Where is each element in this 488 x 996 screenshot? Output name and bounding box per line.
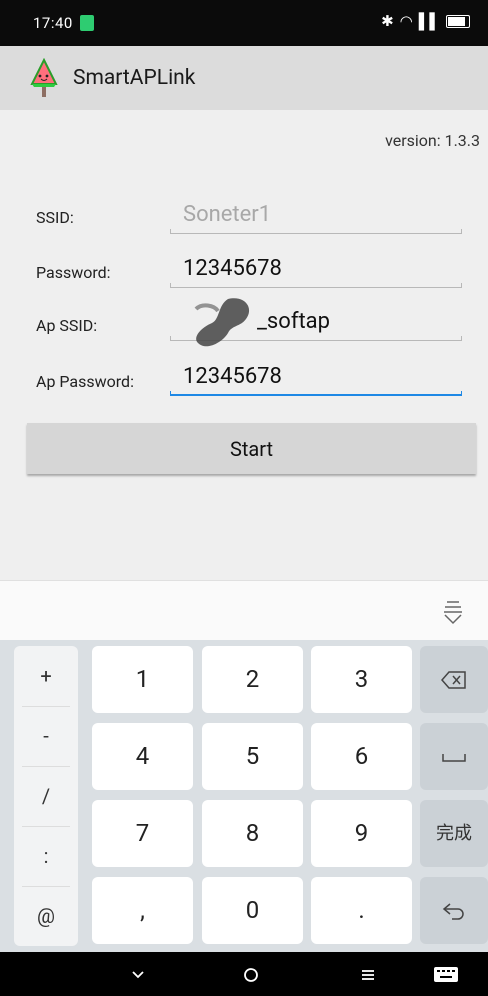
ssid-value: Soneter1 (183, 202, 272, 227)
menu-icon[interactable] (357, 963, 379, 985)
screen: 17:40 ✱ ◠ ▌▌ SmartAPLink version: 1.3.3 … (0, 0, 488, 996)
charging-icon (80, 15, 94, 31)
ap-password-field[interactable]: 12345678 (170, 364, 462, 396)
ssid-underline (170, 229, 462, 234)
numeric-keyboard: + - / : @ 1 2 3 4 5 6 7 8 9 完成 , 0 . (0, 640, 488, 952)
ap-ssid-value: _softap (257, 309, 330, 334)
form-area: version: 1.3.3 SSID: Soneter1 Password: … (0, 110, 488, 580)
key-9[interactable]: 9 (311, 800, 412, 867)
symbol-column: + - / : @ (14, 646, 78, 946)
key-colon[interactable]: : (14, 826, 78, 886)
battery-icon (446, 14, 470, 28)
keyboard-hide-icon[interactable] (442, 599, 464, 625)
ssid-label: SSID: (36, 208, 74, 227)
chevron-down-icon[interactable] (127, 963, 149, 985)
space-key[interactable] (420, 723, 488, 790)
key-1[interactable]: 1 (92, 646, 193, 713)
key-8[interactable]: 8 (202, 800, 303, 867)
ap-password-value: 12345678 (183, 364, 282, 389)
password-underline (170, 283, 462, 288)
key-comma[interactable]: , (92, 877, 193, 944)
key-4[interactable]: 4 (92, 723, 193, 790)
ap-password-label: Ap Password: (36, 372, 134, 391)
enter-key[interactable] (420, 877, 488, 944)
password-label: Password: (36, 263, 111, 282)
app-title: SmartAPLink (73, 66, 196, 90)
ap-ssid-label: Ap SSID: (36, 316, 98, 335)
status-icons: ✱ ◠ ▌▌ (381, 12, 470, 30)
home-circle-icon[interactable] (240, 963, 262, 985)
key-0[interactable]: 0 (202, 877, 303, 944)
version-label: version: 1.3.3 (385, 131, 480, 150)
status-time: 17:40 (33, 14, 73, 32)
key-6[interactable]: 6 (311, 723, 412, 790)
space-icon (442, 754, 466, 762)
key-5[interactable]: 5 (202, 723, 303, 790)
password-value: 12345678 (183, 256, 282, 281)
key-7[interactable]: 7 (92, 800, 193, 867)
key-slash[interactable]: / (14, 766, 78, 826)
backspace-key[interactable] (420, 646, 488, 713)
keyboard-icon[interactable] (433, 963, 459, 985)
navigation-bar (0, 952, 488, 996)
key-at[interactable]: @ (14, 886, 78, 946)
bluetooth-icon: ✱ (381, 12, 394, 30)
status-bar: 17:40 ✱ ◠ ▌▌ (0, 0, 488, 46)
enter-icon (442, 903, 464, 920)
key-plus[interactable]: + (14, 646, 78, 706)
wifi-icon: ◠ (399, 12, 413, 30)
ssid-field: Soneter1 (170, 202, 462, 234)
signal-icon: ▌▌ (418, 12, 440, 30)
done-key[interactable]: 完成 (420, 800, 488, 867)
watermelon-logo-icon (30, 58, 58, 97)
key-minus[interactable]: - (14, 706, 78, 766)
password-field[interactable]: 12345678 (170, 256, 462, 288)
key-2[interactable]: 2 (202, 646, 303, 713)
keyboard-toolbar (0, 580, 488, 641)
app-bar: SmartAPLink (0, 46, 488, 110)
key-period[interactable]: . (311, 877, 412, 944)
redaction-smudge (194, 298, 250, 347)
key-3[interactable]: 3 (311, 646, 412, 713)
ap-password-underline (170, 391, 462, 396)
backspace-icon (441, 671, 466, 689)
start-button[interactable]: Start (27, 423, 476, 474)
